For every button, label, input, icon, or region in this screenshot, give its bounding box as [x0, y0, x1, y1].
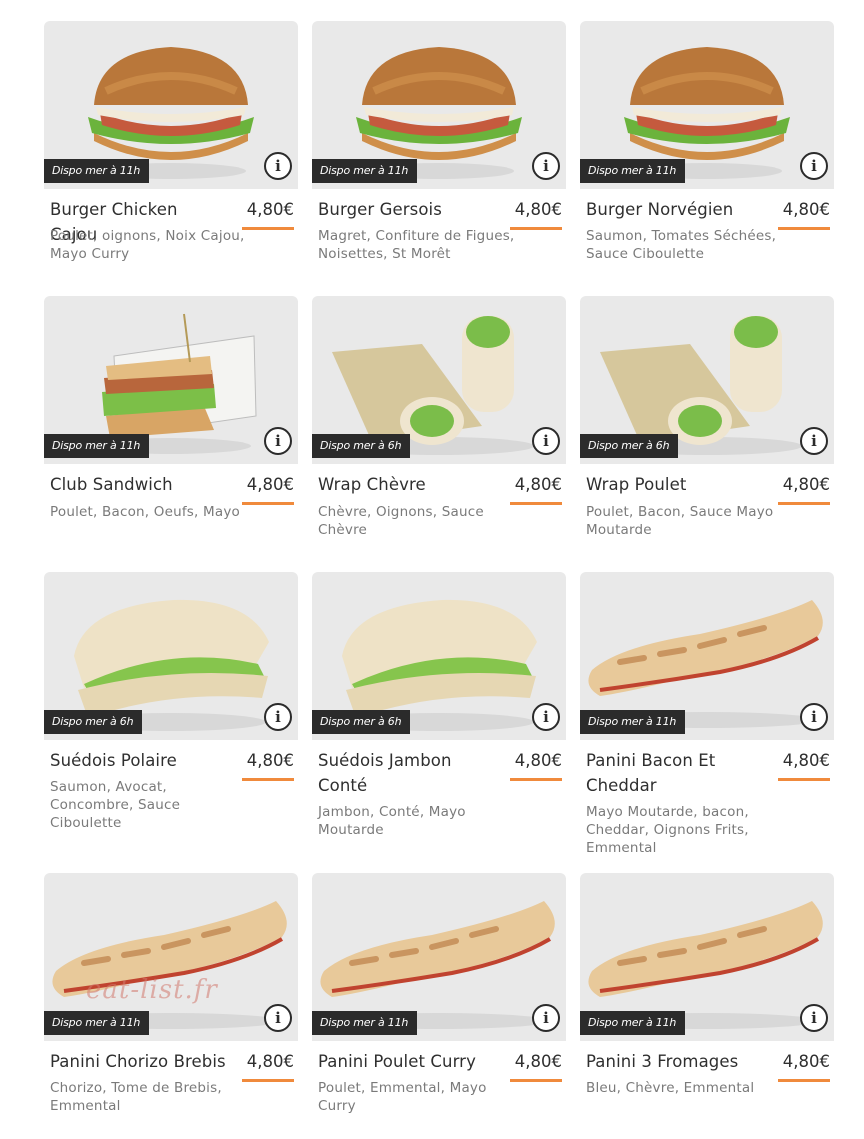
product-card[interactable]: Dispo mer à 6h i Suédois Polaire 4,80€ S… [44, 572, 298, 831]
info-icon: i [275, 1008, 281, 1027]
product-name[interactable]: Suédois Jambon Conté [318, 748, 498, 798]
product-name[interactable]: Burger Gersois [318, 197, 498, 222]
info-button[interactable]: i [532, 152, 560, 180]
availability-badge: Dispo mer à 6h [580, 434, 679, 458]
product-price: 4,80€ [514, 1052, 562, 1071]
info-button[interactable]: i [800, 152, 828, 180]
product-name[interactable]: Panini Chorizo Brebis [50, 1049, 230, 1074]
product-photo[interactable]: Dispo mer à 11h i [44, 873, 298, 1041]
info-button[interactable]: i [264, 152, 292, 180]
info-icon: i [275, 707, 281, 726]
product-description: Mayo Moutarde, bacon, Cheddar, Oignons F… [586, 804, 749, 856]
info-icon: i [543, 431, 549, 450]
product-price: 4,80€ [782, 475, 830, 494]
product-name[interactable]: Panini 3 Fromages [586, 1049, 766, 1074]
info-icon: i [543, 156, 549, 175]
info-icon: i [543, 707, 549, 726]
info-icon: i [811, 1008, 817, 1027]
product-description: Poulet, Emmental, Mayo Curry [318, 1080, 487, 1114]
product-price: 4,80€ [514, 475, 562, 494]
product-description: Saumon, Tomates Séchées, Sauce Ciboulett… [586, 228, 777, 262]
product-name[interactable]: Panini Bacon Et Cheddar [586, 748, 766, 798]
availability-badge: Dispo mer à 11h [312, 1011, 418, 1035]
product-price: 4,80€ [246, 751, 294, 770]
availability-badge: Dispo mer à 6h [312, 434, 411, 458]
product-price: 4,80€ [246, 475, 294, 494]
product-card[interactable]: Dispo mer à 11h i Burger Norvégien 4,80€… [580, 21, 834, 262]
info-icon: i [275, 431, 281, 450]
product-description: Poulet, Bacon, Sauce Mayo Moutarde [586, 504, 774, 538]
info-button[interactable]: i [800, 427, 828, 455]
product-photo[interactable]: Dispo mer à 11h i [580, 873, 834, 1041]
availability-badge: Dispo mer à 11h [312, 159, 418, 183]
product-price: 4,80€ [514, 751, 562, 770]
info-button[interactable]: i [800, 703, 828, 731]
product-description: Bleu, Chèvre, Emmental [586, 1080, 755, 1096]
product-card[interactable]: Dispo mer à 11h i Burger Chicken Cajou 4… [44, 21, 298, 262]
info-icon: i [811, 431, 817, 450]
availability-badge: Dispo mer à 11h [580, 159, 686, 183]
product-price: 4,80€ [782, 751, 830, 770]
product-price: 4,80€ [782, 200, 830, 219]
product-card[interactable]: Dispo mer à 11h i Panini 3 Fromages 4,80… [580, 873, 834, 1096]
product-price: 4,80€ [246, 1052, 294, 1071]
product-description: Poulet, Bacon, Oeufs, Mayo [50, 504, 240, 520]
product-card[interactable]: Dispo mer à 11h i Panini Poulet Curry 4,… [312, 873, 566, 1114]
product-name[interactable]: Suédois Polaire [50, 748, 230, 773]
product-photo[interactable]: Dispo mer à 6h i [312, 572, 566, 740]
product-price: 4,80€ [246, 200, 294, 219]
product-card[interactable]: Dispo mer à 11h i Panini Bacon Et Chedda… [580, 572, 834, 856]
product-card[interactable]: Dispo mer à 6h i Wrap Chèvre 4,80€ Chèvr… [312, 296, 566, 538]
product-price: 4,80€ [782, 1052, 830, 1071]
info-button[interactable]: i [800, 1004, 828, 1032]
info-icon: i [543, 1008, 549, 1027]
price-underline [778, 778, 830, 781]
product-card[interactable]: Dispo mer à 11h i Panini Chorizo Brebis … [44, 873, 298, 1114]
product-photo[interactable]: Dispo mer à 11h i [312, 873, 566, 1041]
product-photo[interactable]: Dispo mer à 11h i [580, 572, 834, 740]
availability-badge: Dispo mer à 11h [44, 434, 150, 458]
availability-badge: Dispo mer à 11h [580, 1011, 686, 1035]
product-description: Chorizo, Tome de Brebis, Emmental [50, 1080, 222, 1114]
availability-badge: Dispo mer à 6h [44, 710, 143, 734]
availability-badge: Dispo mer à 11h [580, 710, 686, 734]
price-underline [510, 778, 562, 781]
product-name[interactable]: Wrap Chèvre [318, 472, 498, 497]
product-photo[interactable]: Dispo mer à 11h i [44, 21, 298, 189]
product-card[interactable]: Dispo mer à 11h i Burger Gersois 4,80€ M… [312, 21, 566, 262]
product-photo[interactable]: Dispo mer à 6h i [312, 296, 566, 464]
product-photo[interactable]: Dispo mer à 11h i [44, 296, 298, 464]
product-photo[interactable]: Dispo mer à 11h i [312, 21, 566, 189]
info-button[interactable]: i [532, 1004, 560, 1032]
product-photo[interactable]: Dispo mer à 11h i [580, 21, 834, 189]
info-button[interactable]: i [264, 427, 292, 455]
info-button[interactable]: i [264, 1004, 292, 1032]
info-icon: i [275, 156, 281, 175]
info-icon: i [811, 156, 817, 175]
product-name[interactable]: Burger Norvégien [586, 197, 766, 222]
product-description: Chèvre, Oignons, Sauce Chèvre [318, 504, 484, 538]
product-card[interactable]: Dispo mer à 6h i Suédois Jambon Conté 4,… [312, 572, 566, 838]
product-description: Magret, Confiture de Figues, Noisettes, … [318, 228, 515, 262]
info-button[interactable]: i [532, 427, 560, 455]
product-name[interactable]: Club Sandwich [50, 472, 230, 497]
product-description: Jambon, Conté, Mayo Moutarde [318, 804, 466, 838]
product-description: Poulet, oignons, Noix Cajou, Mayo Curry [50, 228, 245, 262]
info-button[interactable]: i [532, 703, 560, 731]
product-name[interactable]: Panini Poulet Curry [318, 1049, 498, 1074]
product-photo[interactable]: Dispo mer à 6h i [44, 572, 298, 740]
availability-badge: Dispo mer à 11h [44, 1011, 150, 1035]
product-name[interactable]: Wrap Poulet [586, 472, 766, 497]
product-photo[interactable]: Dispo mer à 6h i [580, 296, 834, 464]
info-button[interactable]: i [264, 703, 292, 731]
availability-badge: Dispo mer à 11h [44, 159, 150, 183]
product-price: 4,80€ [514, 200, 562, 219]
info-icon: i [811, 707, 817, 726]
product-card[interactable]: Dispo mer à 6h i Wrap Poulet 4,80€ Poule… [580, 296, 834, 538]
product-description: Saumon, Avocat, Concombre, Sauce Ciboule… [50, 779, 181, 831]
product-card[interactable]: Dispo mer à 11h i Club Sandwich 4,80€ Po… [44, 296, 298, 520]
availability-badge: Dispo mer à 6h [312, 710, 411, 734]
